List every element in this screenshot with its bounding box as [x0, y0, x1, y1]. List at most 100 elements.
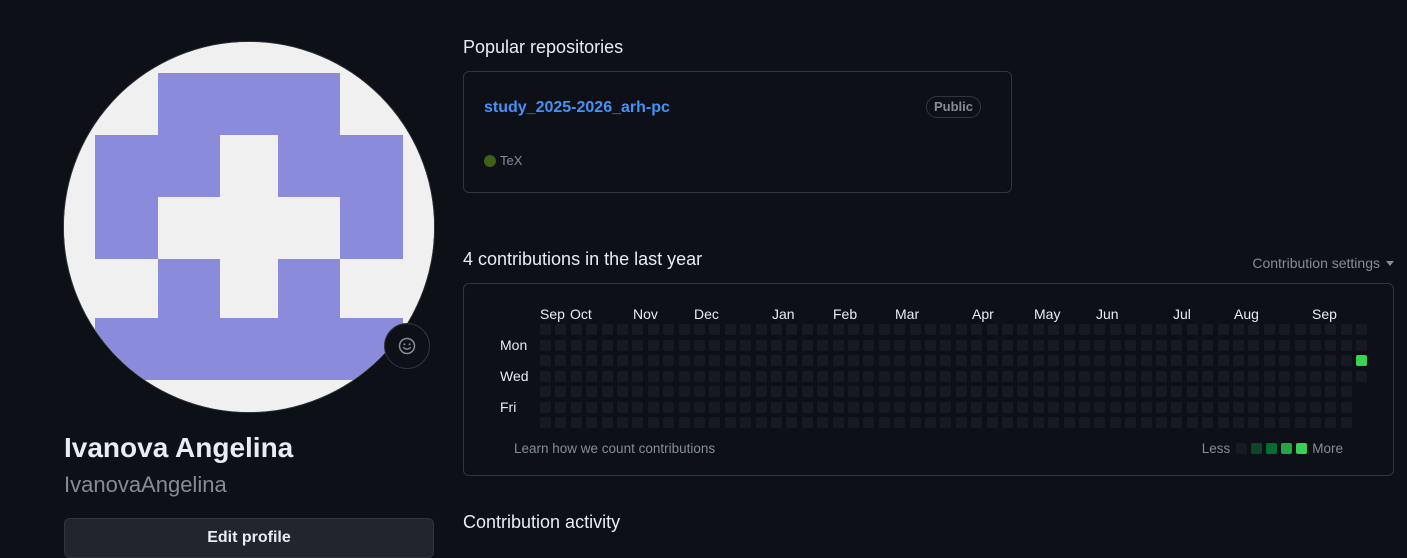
contribution-day[interactable]: [971, 355, 982, 366]
contribution-day[interactable]: [725, 371, 736, 382]
contribution-day[interactable]: [1202, 340, 1213, 351]
contribution-day[interactable]: [1079, 340, 1090, 351]
contribution-day[interactable]: [1110, 386, 1121, 397]
contribution-day[interactable]: [817, 402, 828, 413]
contribution-day[interactable]: [894, 386, 905, 397]
contribution-day[interactable]: [1310, 402, 1321, 413]
contribution-day[interactable]: [987, 371, 998, 382]
contribution-day[interactable]: [1233, 340, 1244, 351]
contribution-day[interactable]: [1218, 402, 1229, 413]
contribution-day[interactable]: [971, 340, 982, 351]
contribution-day[interactable]: [863, 371, 874, 382]
repo-link[interactable]: study_2025-2026_arh-pc: [484, 99, 670, 117]
contribution-day[interactable]: [1356, 371, 1367, 382]
contribution-day[interactable]: [1341, 417, 1352, 428]
contribution-day[interactable]: [802, 371, 813, 382]
contribution-day[interactable]: [1171, 402, 1182, 413]
contribution-day[interactable]: [1264, 417, 1275, 428]
contribution-day[interactable]: [648, 324, 659, 335]
contribution-day[interactable]: [617, 324, 628, 335]
contribution-day[interactable]: [1079, 371, 1090, 382]
contribution-day[interactable]: [1248, 417, 1259, 428]
contribution-day[interactable]: [1310, 386, 1321, 397]
contribution-day[interactable]: [971, 371, 982, 382]
contribution-day[interactable]: [971, 324, 982, 335]
contribution-day[interactable]: [1002, 386, 1013, 397]
contribution-day[interactable]: [1125, 355, 1136, 366]
contribution-day[interactable]: [571, 417, 582, 428]
contribution-day[interactable]: [1079, 417, 1090, 428]
contribution-day[interactable]: [910, 402, 921, 413]
contribution-day[interactable]: [802, 402, 813, 413]
contribution-day[interactable]: [602, 340, 613, 351]
contribution-day[interactable]: [1156, 386, 1167, 397]
contribution-day[interactable]: [540, 386, 551, 397]
contribution-day[interactable]: [1325, 386, 1336, 397]
contribution-day[interactable]: [894, 340, 905, 351]
contribution-day[interactable]: [694, 371, 705, 382]
contribution-day[interactable]: [1310, 340, 1321, 351]
contribution-day[interactable]: [694, 417, 705, 428]
contribution-day[interactable]: [987, 355, 998, 366]
contribution-day[interactable]: [1248, 355, 1259, 366]
contribution-day[interactable]: [786, 324, 797, 335]
contribution-day[interactable]: [817, 355, 828, 366]
contribution-day[interactable]: [709, 340, 720, 351]
contribution-day[interactable]: [555, 402, 566, 413]
contribution-day[interactable]: [756, 324, 767, 335]
contribution-day[interactable]: [894, 324, 905, 335]
contribution-day[interactable]: [940, 417, 951, 428]
contribution-day[interactable]: [863, 417, 874, 428]
contribution-day[interactable]: [817, 324, 828, 335]
set-status-button[interactable]: [384, 323, 430, 369]
contribution-day[interactable]: [1002, 402, 1013, 413]
contribution-day[interactable]: [863, 340, 874, 351]
contribution-day[interactable]: [1248, 340, 1259, 351]
contribution-day[interactable]: [1248, 386, 1259, 397]
contribution-day[interactable]: [540, 355, 551, 366]
contribution-day[interactable]: [1079, 386, 1090, 397]
contribution-day[interactable]: [694, 340, 705, 351]
contribution-day[interactable]: [1033, 324, 1044, 335]
contribution-day[interactable]: [802, 355, 813, 366]
contribution-day[interactable]: [648, 417, 659, 428]
edit-profile-button[interactable]: Edit profile: [64, 518, 434, 558]
contribution-day[interactable]: [1171, 371, 1182, 382]
contribution-day[interactable]: [863, 324, 874, 335]
contribution-day[interactable]: [910, 386, 921, 397]
contribution-day[interactable]: [1325, 340, 1336, 351]
contribution-day[interactable]: [571, 386, 582, 397]
contribution-day[interactable]: [987, 324, 998, 335]
contribution-day[interactable]: [1017, 371, 1028, 382]
contribution-day[interactable]: [971, 402, 982, 413]
contribution-day[interactable]: [1156, 340, 1167, 351]
contribution-day[interactable]: [694, 402, 705, 413]
contribution-day[interactable]: [540, 402, 551, 413]
contribution-day[interactable]: [1048, 324, 1059, 335]
contribution-day[interactable]: [586, 355, 597, 366]
contribution-day[interactable]: [833, 340, 844, 351]
contribution-day[interactable]: [740, 355, 751, 366]
contribution-day[interactable]: [1187, 386, 1198, 397]
contribution-day[interactable]: [771, 417, 782, 428]
contribution-day[interactable]: [956, 371, 967, 382]
contribution-day[interactable]: [740, 340, 751, 351]
contribution-day[interactable]: [1125, 340, 1136, 351]
contribution-day[interactable]: [617, 402, 628, 413]
contribution-day[interactable]: [833, 371, 844, 382]
contribution-day[interactable]: [1325, 402, 1336, 413]
contribution-day[interactable]: [1094, 355, 1105, 366]
contribution-day[interactable]: [1264, 340, 1275, 351]
contribution-day[interactable]: [617, 386, 628, 397]
contribution-day[interactable]: [1233, 324, 1244, 335]
contribution-day[interactable]: [694, 355, 705, 366]
contribution-day[interactable]: [648, 340, 659, 351]
contribution-day[interactable]: [1002, 324, 1013, 335]
contribution-day[interactable]: [694, 324, 705, 335]
contribution-day[interactable]: [602, 371, 613, 382]
contribution-day[interactable]: [1325, 371, 1336, 382]
contribution-day[interactable]: [1295, 386, 1306, 397]
contribution-day[interactable]: [1033, 417, 1044, 428]
contribution-day[interactable]: [879, 402, 890, 413]
contribution-day[interactable]: [925, 371, 936, 382]
